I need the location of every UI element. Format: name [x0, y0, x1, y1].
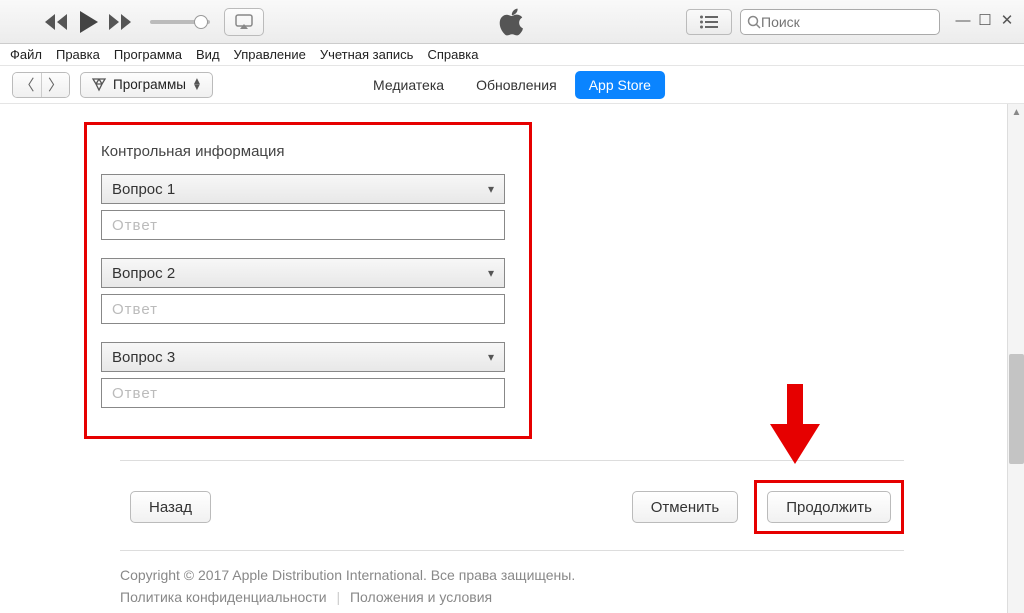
window-controls: — ☐ ✕: [954, 15, 1016, 29]
security-questions-highlight: Контрольная информация Вопрос 1 ▾ Вопрос…: [84, 122, 532, 439]
action-buttons-row: Назад Отменить Продолжить: [130, 480, 904, 534]
continue-button[interactable]: Продолжить: [767, 491, 891, 523]
continue-highlight: Продолжить: [754, 480, 904, 534]
tab-library[interactable]: Медиатека: [359, 71, 458, 99]
forward-nav-button[interactable]: 〉: [41, 73, 69, 97]
answer-1-input[interactable]: [101, 210, 505, 240]
rewind-button[interactable]: [44, 14, 68, 30]
search-icon: [747, 15, 761, 29]
menu-file[interactable]: Файл: [10, 47, 42, 62]
airplay-button[interactable]: [224, 8, 264, 36]
search-input-field[interactable]: [761, 14, 921, 30]
menu-controls[interactable]: Управление: [234, 47, 306, 62]
menu-program[interactable]: Программа: [114, 47, 182, 62]
chevron-down-icon: ▾: [488, 182, 494, 196]
airplay-icon: [235, 14, 253, 30]
minimize-button[interactable]: —: [954, 15, 972, 29]
list-icon: [699, 15, 719, 29]
store-tabs: Медиатека Обновления App Store: [359, 71, 665, 99]
category-selector[interactable]: Программы ▲▼: [80, 72, 213, 98]
category-label: Программы: [113, 77, 186, 92]
back-button[interactable]: Назад: [130, 491, 211, 523]
menu-edit[interactable]: Правка: [56, 47, 100, 62]
footer-divider: [120, 550, 904, 551]
question-1-select[interactable]: Вопрос 1 ▾: [101, 174, 505, 204]
question-2-select[interactable]: Вопрос 2 ▾: [101, 258, 505, 288]
menu-bar: Файл Правка Программа Вид Управление Уче…: [0, 44, 1024, 66]
annotation-arrow-icon: [770, 384, 820, 467]
volume-slider[interactable]: [150, 20, 210, 24]
tab-updates[interactable]: Обновления: [462, 71, 571, 99]
search-input[interactable]: [740, 9, 940, 35]
close-button[interactable]: ✕: [998, 15, 1016, 29]
section-title: Контрольная информация: [101, 143, 515, 160]
question-3-label: Вопрос 3: [112, 349, 175, 366]
sub-toolbar: 〈 〉 Программы ▲▼ Медиатека Обновления Ap…: [0, 66, 1024, 104]
tab-appstore[interactable]: App Store: [575, 71, 665, 99]
maximize-button[interactable]: ☐: [976, 15, 994, 29]
play-button[interactable]: [78, 11, 98, 33]
privacy-link[interactable]: Политика конфиденциальности: [120, 589, 327, 605]
menu-view[interactable]: Вид: [196, 47, 220, 62]
content-area: ▲ Контрольная информация Вопрос 1 ▾ Вопр…: [0, 104, 1024, 613]
cancel-button[interactable]: Отменить: [632, 491, 739, 523]
question-3-select[interactable]: Вопрос 3 ▾: [101, 342, 505, 372]
apple-logo-icon: [498, 6, 526, 41]
menu-account[interactable]: Учетная запись: [320, 47, 414, 62]
question-1-label: Вопрос 1: [112, 181, 175, 198]
updown-icon: ▲▼: [192, 79, 202, 91]
answer-3-input[interactable]: [101, 378, 505, 408]
menu-help[interactable]: Справка: [427, 47, 478, 62]
back-nav-button[interactable]: 〈: [13, 73, 41, 97]
answer-2-input[interactable]: [101, 294, 505, 324]
terms-link[interactable]: Положения и условия: [350, 589, 492, 605]
question-2-label: Вопрос 2: [112, 265, 175, 282]
forward-button[interactable]: [108, 14, 132, 30]
list-view-button[interactable]: [686, 9, 732, 35]
chevron-down-icon: ▾: [488, 266, 494, 280]
chevron-down-icon: ▾: [488, 350, 494, 364]
footer: Copyright © 2017 Apple Distribution Inte…: [120, 564, 575, 608]
top-toolbar: — ☐ ✕: [0, 0, 1024, 44]
apps-icon: [91, 77, 107, 93]
copyright-text: Copyright © 2017 Apple Distribution Inte…: [120, 564, 575, 586]
